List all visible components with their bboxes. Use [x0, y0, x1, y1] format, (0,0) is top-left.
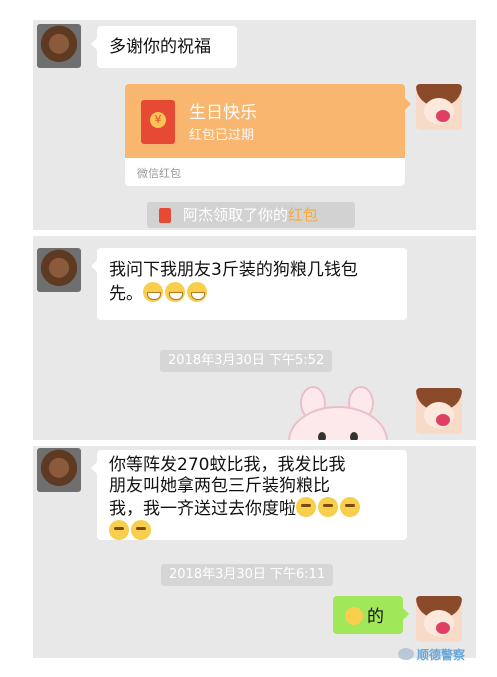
- my-avatar[interactable]: [416, 388, 462, 434]
- received-message: 我问下我朋友3斤装的狗粮几钱包 先。: [91, 248, 407, 320]
- message-text: 的: [367, 607, 384, 627]
- chat-panel-3: 你等阵发270蚊比我，我发比我 朋友叫她拿两包三斤装狗粮比 我，我一齐送过去你度…: [33, 446, 476, 656]
- message-line: [109, 520, 395, 543]
- my-avatar[interactable]: [416, 596, 462, 642]
- timestamp: 2018年3月30日 下午5:52: [160, 350, 333, 372]
- thinking-emoji-icon: [109, 520, 129, 540]
- message-line: 我，我一齐送过去你度啦: [109, 497, 395, 520]
- red-packet-icon: ¥: [141, 100, 175, 144]
- chat-panel-2: 我问下我朋友3斤装的狗粮几钱包 先。 2018年3月30日 下午5:52: [33, 236, 476, 440]
- red-packet-link[interactable]: 红包: [288, 206, 318, 224]
- message-line: 你等阵发270蚊比我，我发比我: [109, 455, 346, 475]
- sent-message: 的: [333, 596, 409, 634]
- red-packet-mini-icon: [159, 208, 171, 223]
- message-line: 我问下我朋友3斤装的狗粮几钱包: [109, 260, 358, 280]
- received-message: 你等阵发270蚊比我，我发比我 朋友叫她拿两包三斤装狗粮比 我，我一齐送过去你度…: [91, 450, 407, 543]
- red-packet-status: 红包已过期: [189, 128, 255, 143]
- system-notice: 阿杰领取了你的红包: [147, 202, 355, 228]
- message-text: 多谢你的祝福: [109, 37, 211, 57]
- red-packet-footer: 微信红包: [125, 158, 405, 186]
- screenshot-frame: 多谢你的祝福 ¥ 生日快乐 红包已过期 微信红包 阿杰领取了你的红包 我问下我朋…: [0, 0, 497, 677]
- wechat-logo-icon: [398, 648, 414, 660]
- message-line: 先。: [109, 282, 395, 306]
- thinking-emoji-icon: [296, 497, 316, 517]
- ok-hand-emoji-icon: [345, 607, 363, 625]
- message-line: 朋友叫她拿两包三斤装狗粮比: [109, 476, 330, 496]
- chat-panel-1: 多谢你的祝福 ¥ 生日快乐 红包已过期 微信红包 阿杰领取了你的红包: [33, 20, 476, 230]
- grin-emoji-icon: [143, 282, 163, 302]
- my-avatar[interactable]: [416, 84, 462, 130]
- thinking-emoji-icon: [131, 520, 151, 540]
- thinking-emoji-icon: [340, 497, 360, 517]
- friend-avatar[interactable]: [37, 24, 81, 68]
- grin-emoji-icon: [165, 282, 185, 302]
- received-message: 多谢你的祝福: [91, 26, 237, 68]
- friend-avatar[interactable]: [37, 448, 81, 492]
- timestamp: 2018年3月30日 下午6:11: [161, 564, 334, 586]
- bunny-sticker[interactable]: [278, 386, 398, 440]
- red-packet-title: 生日快乐: [189, 103, 257, 123]
- watermark: 顺德警察: [398, 646, 465, 663]
- friend-avatar[interactable]: [37, 248, 81, 292]
- system-notice-text: 阿杰领取了你的: [183, 206, 289, 224]
- grin-emoji-icon: [187, 282, 207, 302]
- thinking-emoji-icon: [318, 497, 338, 517]
- red-packet-card[interactable]: ¥ 生日快乐 红包已过期 微信红包: [125, 84, 411, 186]
